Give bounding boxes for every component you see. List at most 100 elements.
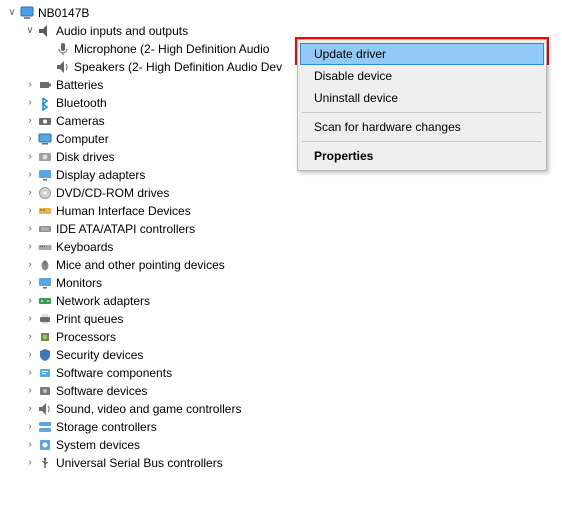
audio-icon	[37, 23, 53, 39]
tree-label: Security devices	[56, 346, 147, 364]
tree-node-swcomp: › Software components	[24, 364, 562, 382]
computer-icon	[37, 131, 53, 147]
expander-icon[interactable]: ∨	[6, 4, 18, 22]
cameras-icon	[37, 113, 53, 129]
expander-icon[interactable]: ›	[24, 400, 36, 418]
tree-row-print[interactable]: › Print queues	[24, 310, 562, 328]
expander-icon[interactable]: ›	[24, 328, 36, 346]
expander-icon[interactable]: ›	[24, 112, 36, 130]
tree-label: System devices	[56, 436, 144, 454]
processors-icon	[37, 329, 53, 345]
expander-icon[interactable]: ›	[24, 436, 36, 454]
tree-row-mice[interactable]: › Mice and other pointing devices	[24, 256, 562, 274]
tree-label: Bluetooth	[56, 94, 111, 112]
expander-icon[interactable]: ›	[24, 220, 36, 238]
expander-icon[interactable]: ›	[24, 310, 36, 328]
tree-row-swdev[interactable]: › Software devices	[24, 382, 562, 400]
tree-row-root[interactable]: ∨ NB0147B	[6, 4, 562, 22]
tree-row-sound[interactable]: › Sound, video and game controllers	[24, 400, 562, 418]
tree-node-usb: › Universal Serial Bus controllers	[24, 454, 562, 472]
network-icon	[37, 293, 53, 309]
expander-icon[interactable]: ›	[24, 418, 36, 436]
tree-label: Software devices	[56, 382, 151, 400]
tree-label: Sound, video and game controllers	[56, 400, 245, 418]
tree-label: IDE ATA/ATAPI controllers	[56, 220, 199, 238]
tree-row-storage[interactable]: › Storage controllers	[24, 418, 562, 436]
expander-icon[interactable]: ›	[24, 292, 36, 310]
system-icon	[37, 437, 53, 453]
context-menu: Update driverDisable deviceUninstall dev…	[297, 39, 547, 171]
tree-label: Universal Serial Bus controllers	[56, 454, 227, 472]
tree-label: Mice and other pointing devices	[56, 256, 229, 274]
speaker-icon	[55, 59, 71, 75]
computer-root-icon	[19, 5, 35, 21]
hid-icon	[37, 203, 53, 219]
tree-row-swcomp[interactable]: › Software components	[24, 364, 562, 382]
keyboards-icon	[37, 239, 53, 255]
tree-node-sound: › Sound, video and game controllers	[24, 400, 562, 418]
diskdrives-icon	[37, 149, 53, 165]
tree-node-dvd: › DVD/CD-ROM drives	[24, 184, 562, 202]
tree-node-processors: › Processors	[24, 328, 562, 346]
expander-icon[interactable]: ›	[24, 256, 36, 274]
tree-label: Speakers (2- High Definition Audio Dev	[74, 58, 286, 76]
tree-node-storage: › Storage controllers	[24, 418, 562, 436]
sound-icon	[37, 401, 53, 417]
expander-icon[interactable]: ›	[24, 184, 36, 202]
expander-icon[interactable]: ›	[24, 454, 36, 472]
expander-icon[interactable]: ›	[24, 148, 36, 166]
expander-icon[interactable]: ›	[24, 166, 36, 184]
tree-label: Storage controllers	[56, 418, 161, 436]
tree-row-network[interactable]: › Network adapters	[24, 292, 562, 310]
tree-label: Human Interface Devices	[56, 202, 195, 220]
expander-icon[interactable]: ›	[24, 382, 36, 400]
tree-label: Processors	[56, 328, 120, 346]
tree-row-monitors[interactable]: › Monitors	[24, 274, 562, 292]
batteries-icon	[37, 77, 53, 93]
menu-separator	[302, 141, 542, 142]
tree-row-system[interactable]: › System devices	[24, 436, 562, 454]
tree-label: Microphone (2- High Definition Audio	[74, 40, 273, 58]
tree-row-processors[interactable]: › Processors	[24, 328, 562, 346]
menu-item-disable-device[interactable]: Disable device	[300, 65, 544, 87]
menu-separator	[302, 112, 542, 113]
tree-row-usb[interactable]: › Universal Serial Bus controllers	[24, 454, 562, 472]
tree-node-mice: › Mice and other pointing devices	[24, 256, 562, 274]
expander-icon[interactable]: ›	[24, 130, 36, 148]
expander-icon[interactable]: ›	[24, 238, 36, 256]
expander-icon[interactable]: ›	[24, 274, 36, 292]
expander-icon[interactable]: ›	[24, 346, 36, 364]
ide-icon	[37, 221, 53, 237]
tree-row-security[interactable]: › Security devices	[24, 346, 562, 364]
menu-item-update-driver[interactable]: Update driver	[300, 43, 544, 65]
tree-row-dvd[interactable]: › DVD/CD-ROM drives	[24, 184, 562, 202]
tree-row-audio[interactable]: ∨ Audio inputs and outputs	[24, 22, 562, 40]
expander-icon[interactable]: ›	[24, 364, 36, 382]
tree-label: Batteries	[56, 76, 107, 94]
tree-row-ide[interactable]: › IDE ATA/ATAPI controllers	[24, 220, 562, 238]
tree-label: Print queues	[56, 310, 127, 328]
tree-label: Monitors	[56, 274, 106, 292]
expander-icon[interactable]: ›	[24, 94, 36, 112]
tree-label: Software components	[56, 364, 176, 382]
tree-node-keyboards: › Keyboards	[24, 238, 562, 256]
swcomp-icon	[37, 365, 53, 381]
menu-item-scan-for-hardware-changes[interactable]: Scan for hardware changes	[300, 116, 544, 138]
tree-node-swdev: › Software devices	[24, 382, 562, 400]
tree-row-hid[interactable]: › Human Interface Devices	[24, 202, 562, 220]
menu-item-properties[interactable]: Properties	[300, 145, 544, 167]
tree-label: NB0147B	[38, 4, 93, 22]
microphone-icon	[55, 41, 71, 57]
tree-label: Audio inputs and outputs	[56, 22, 192, 40]
expander-icon[interactable]: ›	[24, 202, 36, 220]
expander-icon[interactable]: ›	[24, 76, 36, 94]
tree-label: Network adapters	[56, 292, 154, 310]
tree-row-keyboards[interactable]: › Keyboards	[24, 238, 562, 256]
expander-icon[interactable]: ∨	[24, 22, 36, 40]
security-icon	[37, 347, 53, 363]
storage-icon	[37, 419, 53, 435]
print-icon	[37, 311, 53, 327]
tree-label: Disk drives	[56, 148, 119, 166]
tree-label: Computer	[56, 130, 113, 148]
menu-item-uninstall-device[interactable]: Uninstall device	[300, 87, 544, 109]
